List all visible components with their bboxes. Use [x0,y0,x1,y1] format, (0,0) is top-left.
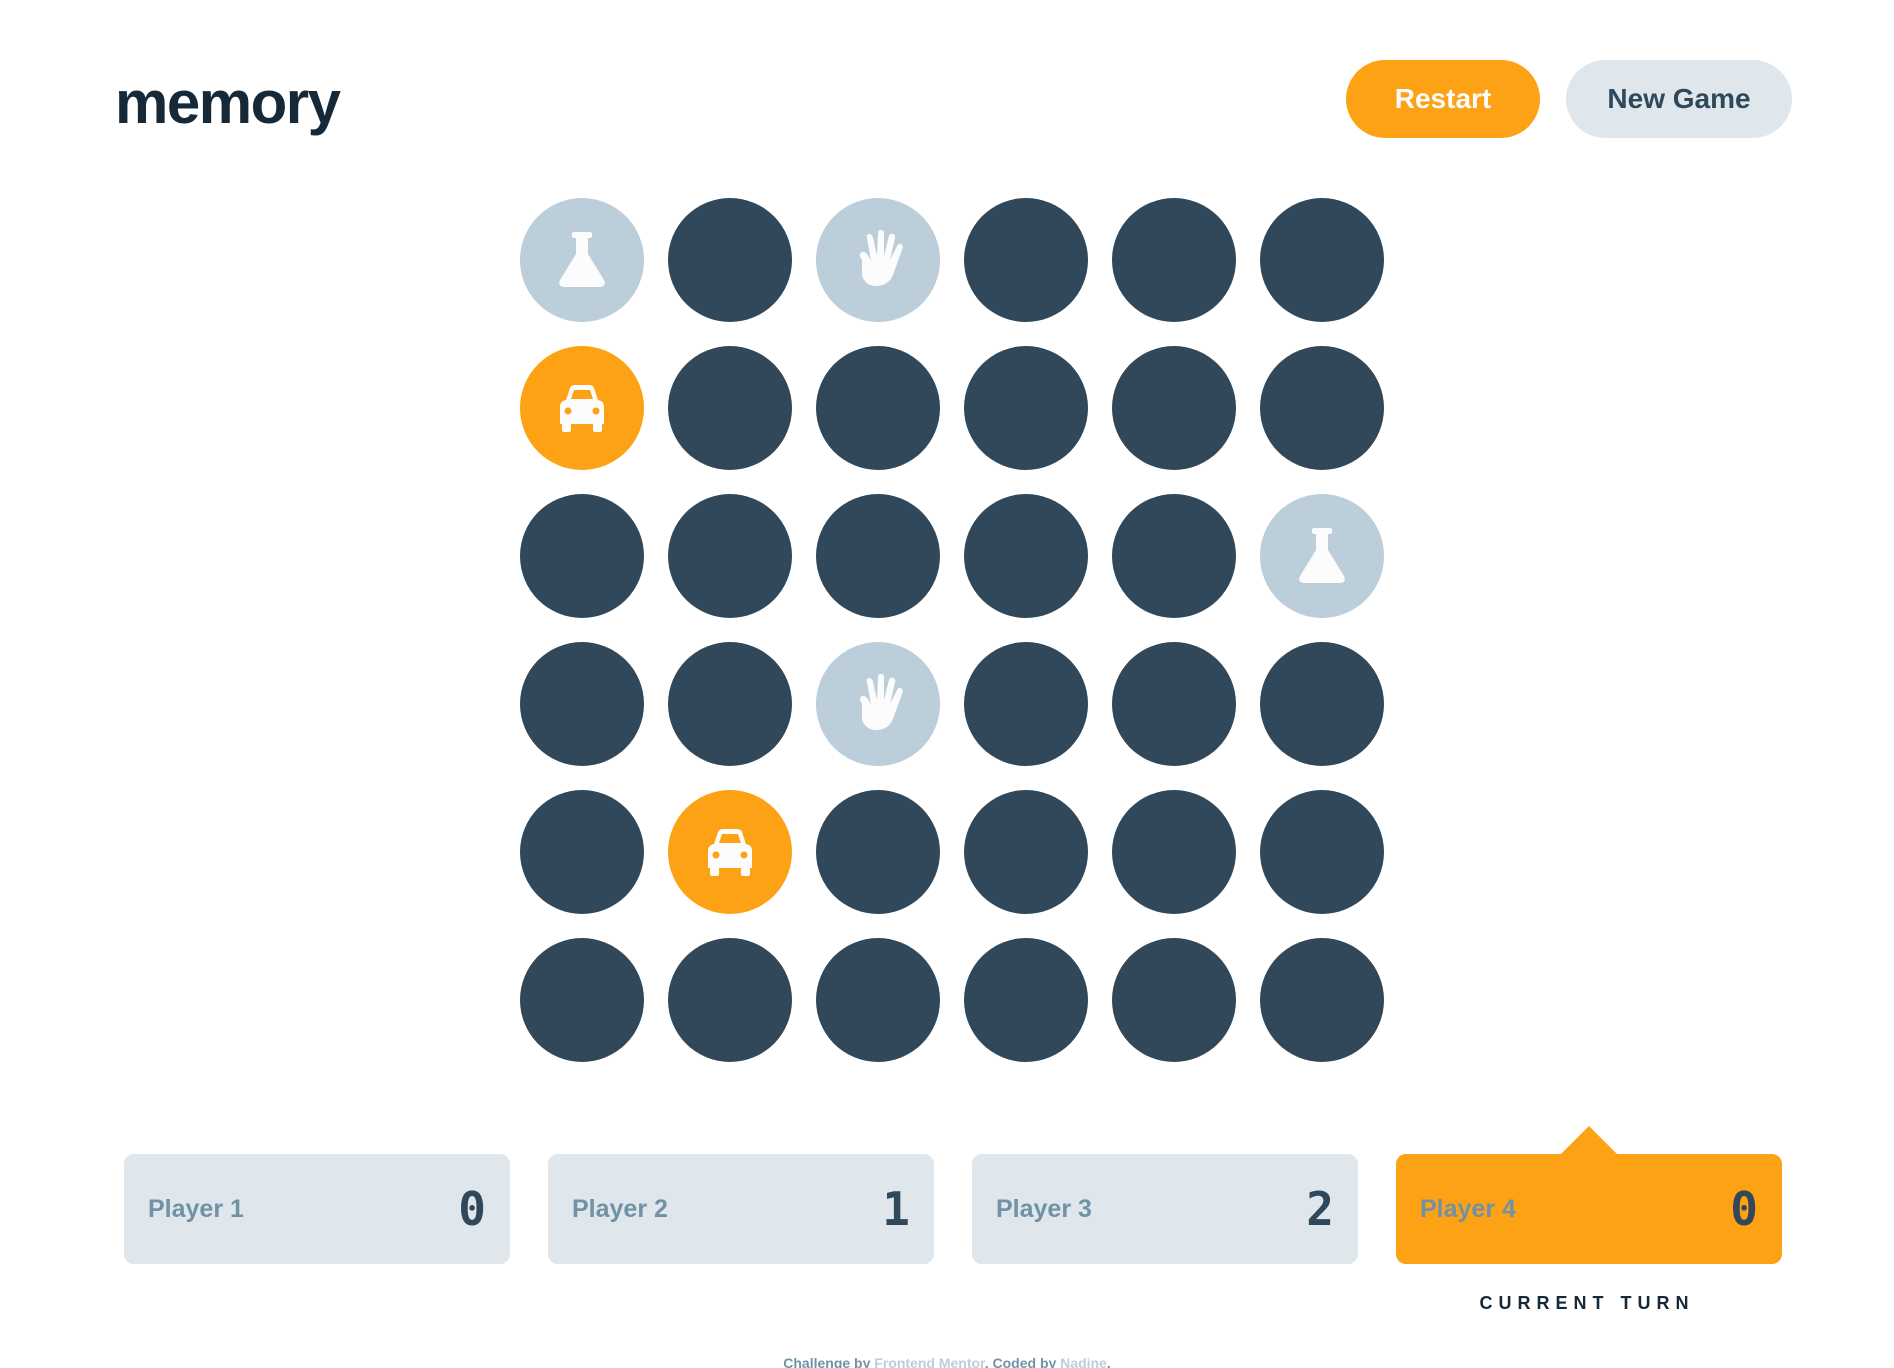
memory-tile[interactable] [1260,642,1384,766]
current-turn-label: CURRENT TURN [1479,1293,1695,1313]
logo: memory [115,69,341,136]
memory-tile[interactable] [816,938,940,1062]
car-icon [552,378,612,438]
hand-icon [848,674,908,734]
player-score: 2 [1306,1182,1334,1236]
player-score: 0 [1730,1182,1758,1236]
attribution: Challenge by Frontend Mentor. Coded by N… [0,1355,1894,1368]
flask-icon [552,230,612,290]
memory-tile[interactable] [1260,790,1384,914]
memory-tile[interactable] [668,494,792,618]
memory-tile[interactable] [1112,494,1236,618]
author-link[interactable]: Nadine [1060,1355,1107,1368]
player-card-1: Player 1 0 [124,1154,510,1264]
player-score: 1 [882,1182,910,1236]
memory-tile[interactable] [964,198,1088,322]
game-board [520,198,1384,1062]
memory-tile[interactable] [1112,198,1236,322]
player-name: Player 1 [148,1194,244,1223]
memory-tile[interactable] [964,938,1088,1062]
memory-tile [520,198,644,322]
memory-tile[interactable] [964,494,1088,618]
memory-tile[interactable] [964,346,1088,470]
attribution-prefix: Challenge by [783,1355,875,1368]
memory-tile[interactable] [520,642,644,766]
memory-tile[interactable] [1112,790,1236,914]
memory-tile[interactable] [816,346,940,470]
memory-tile[interactable] [1112,938,1236,1062]
car-icon [700,822,760,882]
memory-tile[interactable] [964,790,1088,914]
memory-tile[interactable] [816,790,940,914]
memory-tile[interactable] [1112,642,1236,766]
player-name: Player 2 [572,1194,668,1223]
memory-tile[interactable] [1260,346,1384,470]
memory-tile [520,346,644,470]
attribution-middle: . Coded by [984,1355,1061,1368]
new-game-button[interactable]: New Game [1566,60,1792,138]
memory-tile[interactable] [520,938,644,1062]
hand-icon [848,230,908,290]
attribution-suffix: . [1106,1355,1111,1368]
memory-tile[interactable] [668,346,792,470]
memory-tile[interactable] [1260,198,1384,322]
memory-tile[interactable] [668,198,792,322]
memory-tile[interactable] [668,938,792,1062]
memory-tile[interactable] [964,642,1088,766]
player-name: Player 4 [1420,1194,1516,1223]
restart-button[interactable]: Restart [1346,60,1540,138]
memory-tile[interactable] [520,790,644,914]
flask-icon [1292,526,1352,586]
memory-tile[interactable] [816,494,940,618]
player-card-3: Player 3 2 [972,1154,1358,1264]
memory-game-page: memory Restart New Game Player 1 0 Playe… [0,0,1894,1368]
memory-tile[interactable] [668,642,792,766]
memory-tile[interactable] [1112,346,1236,470]
memory-tile[interactable] [520,494,644,618]
memory-tile [1260,494,1384,618]
player-name: Player 3 [996,1194,1092,1223]
frontend-mentor-link[interactable]: Frontend Mentor [874,1355,984,1368]
memory-tile [816,642,940,766]
players-bar: Player 1 0 Player 2 1 Player 3 2 Player … [124,1126,1782,1264]
player-score: 0 [458,1182,486,1236]
current-turn-pointer [1561,1126,1617,1154]
memory-tile [816,198,940,322]
player-card-4: Player 4 0 [1396,1126,1782,1264]
player-card-2: Player 2 1 [548,1154,934,1264]
memory-tile[interactable] [1260,938,1384,1062]
memory-tile [668,790,792,914]
